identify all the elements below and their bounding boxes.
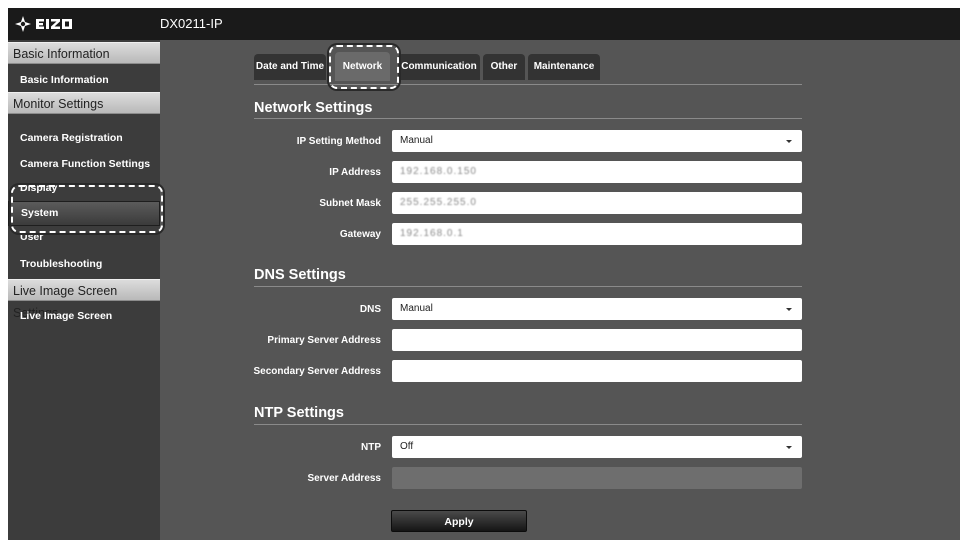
ntp-settings-title: NTP Settings	[254, 405, 344, 421]
sidebar-item-camera-registration[interactable]: Camera Registration	[8, 127, 160, 149]
tab-other[interactable]: Other	[483, 54, 525, 80]
network-settings-divider	[254, 118, 802, 119]
tab-date-and-time[interactable]: Date and Time	[254, 54, 326, 80]
main-content: Date and Time Network Communication Othe…	[160, 40, 960, 540]
server-address-field	[392, 467, 802, 489]
ip-address-label: IP Address	[329, 167, 381, 178]
ntp-value: Off	[400, 441, 414, 452]
sidebar-item-live-image-screen[interactable]: Live Image Screen	[8, 305, 160, 327]
dns-label: DNS	[359, 304, 381, 315]
ip-setting-method-value: Manual	[400, 135, 433, 146]
ip-address-value: 192.168.0.150	[400, 166, 477, 177]
sidebar-item-camera-function-settings[interactable]: Camera Function Settings	[8, 153, 160, 175]
sidebar-item-display[interactable]: Display	[8, 177, 160, 199]
ntp-label: NTP	[361, 442, 381, 453]
subnet-mask-label: Subnet Mask	[319, 198, 381, 209]
eizo-logo	[15, 16, 72, 32]
sidebar-item-basic-information[interactable]: Basic Information	[8, 69, 160, 91]
sidebar-section-basic-information[interactable]: Basic Information	[8, 42, 160, 64]
product-title: DX0211-IP	[160, 16, 223, 31]
apply-button[interactable]: Apply	[391, 510, 527, 532]
network-settings-title: Network Settings	[254, 100, 373, 116]
ntp-settings-divider	[254, 424, 802, 425]
dns-settings-title: DNS Settings	[254, 267, 346, 283]
sidebar-section-live-image-screen-settings[interactable]: Live Image Screen Settings	[8, 279, 160, 320]
tab-maintenance[interactable]: Maintenance	[528, 54, 600, 80]
dns-settings-divider	[254, 286, 802, 287]
gateway-field[interactable]: 192.168.0.1	[392, 223, 802, 245]
sidebar: Basic Information Basic Information Moni…	[8, 40, 160, 540]
secondary-server-address-field[interactable]	[392, 360, 802, 382]
top-bar: DX0211-IP	[8, 8, 960, 40]
tab-communication[interactable]: Communication	[398, 54, 480, 80]
primary-server-address-label: Primary Server Address	[267, 335, 381, 346]
gateway-value: 192.168.0.1	[400, 228, 464, 239]
app-window: DX0211-IP Basic Information Basic Inform…	[8, 8, 960, 540]
ntp-select[interactable]: Off	[392, 436, 802, 458]
dns-select[interactable]: Manual	[392, 298, 802, 320]
sidebar-item-system[interactable]: System	[8, 201, 160, 226]
primary-server-address-field[interactable]	[392, 329, 802, 351]
sidebar-item-troubleshooting[interactable]: Troubleshooting	[8, 253, 160, 275]
server-address-label: Server Address	[307, 473, 381, 484]
sidebar-section-monitor-settings[interactable]: Monitor Settings	[8, 92, 160, 114]
gateway-label: Gateway	[339, 229, 381, 240]
ip-setting-method-select[interactable]: Manual	[392, 130, 802, 152]
ip-setting-method-label: IP Setting Method	[296, 136, 381, 147]
tab-underline	[254, 84, 802, 85]
dns-value: Manual	[400, 303, 433, 314]
secondary-server-address-label: Secondary Server Address	[253, 366, 381, 377]
subnet-mask-value: 255.255.255.0	[400, 197, 477, 208]
ip-address-field[interactable]: 192.168.0.150	[392, 161, 802, 183]
subnet-mask-field[interactable]: 255.255.255.0	[392, 192, 802, 214]
tab-network[interactable]: Network	[335, 52, 390, 81]
sidebar-item-user[interactable]: User	[8, 226, 160, 248]
